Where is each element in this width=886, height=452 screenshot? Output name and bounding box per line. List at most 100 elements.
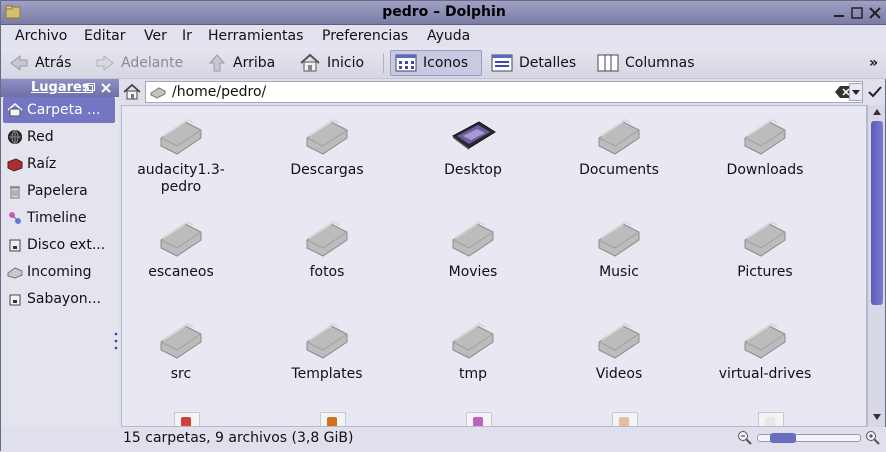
file-item[interactable]: Movies xyxy=(413,214,533,281)
file-thumbnail-icon xyxy=(327,417,337,426)
folder-icon xyxy=(160,118,202,155)
file-item-label: Documents xyxy=(579,162,659,178)
file-item-partial[interactable] xyxy=(466,412,492,426)
file-item[interactable]: Music xyxy=(559,214,679,281)
file-item-label: Pictures xyxy=(737,264,793,280)
file-item[interactable]: Pictures xyxy=(705,214,825,281)
home-icon xyxy=(7,103,23,117)
incoming-icon xyxy=(7,267,23,279)
dolphin-window: pedro – Dolphin Archivo Editar Ver Ir He… xyxy=(0,0,886,452)
file-item[interactable]: virtual-drives xyxy=(705,316,825,383)
file-item[interactable]: src xyxy=(122,316,241,383)
home-label: Inicio xyxy=(327,55,365,71)
home-icon[interactable] xyxy=(122,82,142,102)
file-item[interactable]: escaneos xyxy=(122,214,241,281)
close-window-icon[interactable] xyxy=(867,5,883,21)
float-panel-icon[interactable] xyxy=(85,83,95,93)
icons-view-icon xyxy=(395,54,417,72)
zoom-slider[interactable] xyxy=(757,433,861,443)
file-item[interactable]: Descargas xyxy=(267,112,387,179)
forward-button[interactable]: Adelante xyxy=(95,50,183,76)
folder-icon xyxy=(160,220,202,257)
file-item[interactable]: Videos xyxy=(559,316,679,383)
file-thumbnail-icon xyxy=(619,417,629,426)
place-label: Sabayon... xyxy=(27,291,102,307)
folder-icon xyxy=(160,322,202,359)
location-input[interactable]: /home/pedro/ xyxy=(145,81,863,103)
place-label: Disco ext... xyxy=(27,237,106,253)
file-item-label: Descargas xyxy=(290,162,364,178)
menu-ir[interactable]: Ir xyxy=(182,28,192,44)
place-label: Incoming xyxy=(27,264,92,280)
place-home[interactable]: Carpeta ... xyxy=(3,97,115,123)
place-root[interactable]: Raíz xyxy=(3,151,115,177)
maximize-icon[interactable] xyxy=(849,5,865,21)
places-panel-header: Lugares xyxy=(1,79,119,97)
folder-icon xyxy=(598,322,640,359)
place-external-disk[interactable]: Disco ext... xyxy=(3,232,115,258)
columns-view-icon xyxy=(597,54,619,72)
file-item-label: audacity1.3-pedro xyxy=(137,162,225,195)
place-removable[interactable]: Sabayon... xyxy=(3,286,115,312)
columns-view-button[interactable]: Columnas xyxy=(597,50,695,76)
back-button[interactable]: Atrás xyxy=(9,50,71,76)
place-network[interactable]: Red xyxy=(3,124,115,150)
menu-ver[interactable]: Ver xyxy=(144,28,167,44)
scrollbar-thumb[interactable] xyxy=(871,121,883,305)
up-button[interactable]: Arriba xyxy=(207,50,275,76)
file-item[interactable]: Desktop xyxy=(413,112,533,179)
minimize-icon[interactable] xyxy=(831,5,847,21)
file-item[interactable]: Templates xyxy=(267,316,387,383)
place-trash[interactable]: Papelera xyxy=(3,178,115,204)
scroll-down-icon[interactable] xyxy=(872,413,882,421)
file-item-label: Movies xyxy=(448,264,498,280)
folder-icon xyxy=(306,220,348,257)
place-incoming[interactable]: Incoming xyxy=(3,259,115,285)
close-panel-icon[interactable] xyxy=(100,82,112,94)
file-item-partial[interactable] xyxy=(174,412,200,426)
folder-icon xyxy=(744,118,786,155)
back-label: Atrás xyxy=(35,55,72,71)
toolbar-overflow-button[interactable]: » xyxy=(869,50,878,76)
vertical-scrollbar[interactable] xyxy=(867,105,885,427)
file-item[interactable]: fotos xyxy=(267,214,387,281)
file-item-partial[interactable] xyxy=(758,412,784,426)
place-label: Timeline xyxy=(27,210,87,226)
home-button[interactable]: Inicio xyxy=(299,50,364,76)
details-view-button[interactable]: Detalles xyxy=(491,50,576,76)
place-label: Raíz xyxy=(27,156,57,172)
file-item[interactable]: Downloads xyxy=(705,112,825,179)
title-bar[interactable]: pedro – Dolphin xyxy=(1,1,886,25)
scroll-up-icon[interactable] xyxy=(872,108,882,116)
file-icon-view[interactable]: audacity1.3-pedro Descargas Desktop Documen… xyxy=(121,105,867,427)
file-thumbnail-icon xyxy=(473,417,483,426)
zoom-slider-handle[interactable] xyxy=(770,433,796,443)
file-item-partial[interactable] xyxy=(320,412,346,426)
details-view-icon xyxy=(491,54,513,72)
panel-splitter-handle[interactable] xyxy=(114,331,118,351)
menu-herramientas[interactable]: Herramientas xyxy=(208,28,303,44)
folder-icon xyxy=(306,118,348,155)
file-item[interactable]: audacity1.3-pedro xyxy=(122,112,241,196)
zoom-out-icon[interactable] xyxy=(737,430,753,446)
trash-icon xyxy=(10,186,20,199)
menu-editar[interactable]: Editar xyxy=(84,28,125,44)
folder-icon xyxy=(306,322,348,359)
zoom-in-icon[interactable] xyxy=(865,430,881,446)
window-title: pedro – Dolphin xyxy=(382,4,506,20)
file-item-partial[interactable] xyxy=(612,412,638,426)
icons-view-button[interactable]: Iconos xyxy=(390,50,482,76)
folder-small-icon xyxy=(150,87,166,99)
menu-ayuda[interactable]: Ayuda xyxy=(427,28,470,44)
chevron-down-icon[interactable] xyxy=(849,83,863,101)
toolbar-separator xyxy=(383,53,384,73)
menu-archivo[interactable]: Archivo xyxy=(15,28,67,44)
folder-icon xyxy=(598,118,640,155)
file-item[interactable]: tmp xyxy=(413,316,533,383)
menu-preferencias[interactable]: Preferencias xyxy=(322,28,408,44)
checkmark-icon[interactable] xyxy=(867,85,883,99)
folder-icon xyxy=(452,322,494,359)
details-view-label: Detalles xyxy=(519,55,577,71)
place-timeline[interactable]: Timeline xyxy=(3,205,115,231)
file-item[interactable]: Documents xyxy=(559,112,679,179)
